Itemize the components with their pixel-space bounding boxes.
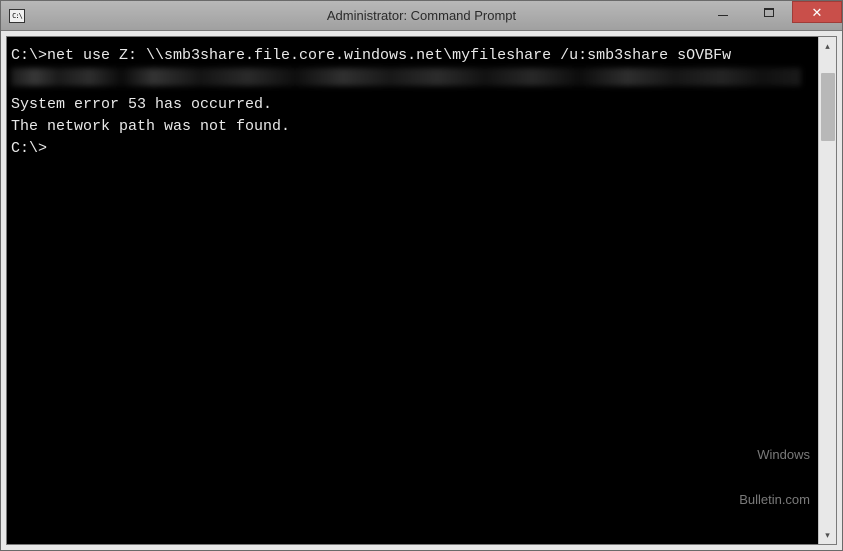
watermark-line: Windows [739, 448, 810, 463]
terminal-output[interactable]: C:\>net use Z: \\smb3share.file.core.win… [7, 37, 818, 544]
close-button[interactable]: ✕ [792, 1, 842, 23]
chevron-down-icon: ▾ [825, 530, 830, 541]
terminal-command-line: C:\>net use Z: \\smb3share.file.core.win… [11, 45, 814, 67]
chevron-up-icon: ▴ [825, 41, 830, 52]
watermark-line: Bulletin.com [739, 493, 810, 508]
maximize-button[interactable] [746, 1, 792, 23]
watermark: Windows Bulletin.com [739, 419, 810, 539]
scroll-down-button[interactable]: ▾ [819, 526, 836, 544]
cmd-icon: C:\ [9, 9, 25, 23]
client-area: C:\>net use Z: \\smb3share.file.core.win… [1, 31, 842, 550]
terminal-wrapper: C:\>net use Z: \\smb3share.file.core.win… [6, 36, 837, 545]
window-controls: ✕ [700, 1, 842, 30]
command-prompt-window: C:\ Administrator: Command Prompt ✕ C:\>… [0, 0, 843, 551]
terminal-error-line: System error 53 has occurred. [11, 94, 814, 116]
minimize-button[interactable] [700, 1, 746, 23]
scroll-up-button[interactable]: ▴ [819, 37, 836, 55]
redacted-password-line [11, 68, 801, 86]
maximize-icon [764, 8, 774, 17]
window-title: Administrator: Command Prompt [327, 8, 516, 23]
titlebar[interactable]: C:\ Administrator: Command Prompt ✕ [1, 1, 842, 31]
scroll-thumb[interactable] [821, 73, 835, 141]
close-icon: ✕ [812, 6, 823, 19]
terminal-prompt: C:\> [11, 138, 814, 160]
minimize-icon [718, 15, 728, 16]
terminal-error-line: The network path was not found. [11, 116, 814, 138]
vertical-scrollbar[interactable]: ▴ ▾ [818, 37, 836, 544]
